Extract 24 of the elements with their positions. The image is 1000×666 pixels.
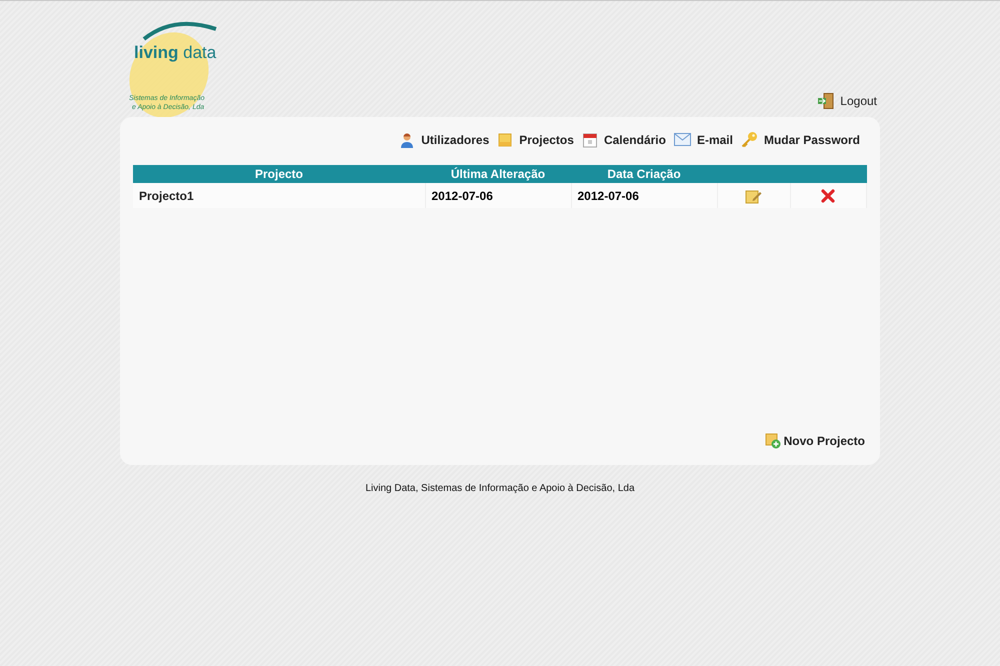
column-header: Projecto xyxy=(133,165,425,183)
envelope-icon xyxy=(674,133,691,146)
note-icon xyxy=(497,132,514,148)
nav-link[interactable]: Utilizadores xyxy=(399,131,490,148)
nav-link[interactable]: Mudar Password xyxy=(740,131,860,148)
logout-link[interactable]: Logout xyxy=(817,93,877,109)
logo-wordmark: living data xyxy=(134,43,216,63)
column-header: Data Criação xyxy=(571,165,717,183)
key-icon xyxy=(740,131,758,148)
nav-link[interactable]: Calendário xyxy=(582,131,666,148)
table-cell: 2012-07-06 xyxy=(571,183,717,208)
new-project-link[interactable]: Novo Projecto xyxy=(764,433,865,449)
exit-door-icon xyxy=(817,93,834,109)
footer-text: Living Data, Sistemas de Informação e Apoio à Decisão, Lda xyxy=(364,483,636,494)
edit-note-icon[interactable] xyxy=(745,188,762,204)
nav-link[interactable]: Projectos xyxy=(497,131,574,148)
table-cell: Projecto1 xyxy=(133,183,425,208)
column-header: Última Alteração xyxy=(425,165,571,183)
delete-icon[interactable] xyxy=(821,188,836,203)
nav-link[interactable]: E-mail xyxy=(674,131,733,148)
table-cell: 2012-07-06 xyxy=(425,183,571,208)
user-icon xyxy=(399,132,416,148)
note-add-icon xyxy=(764,433,781,449)
calendar-icon xyxy=(582,132,598,148)
